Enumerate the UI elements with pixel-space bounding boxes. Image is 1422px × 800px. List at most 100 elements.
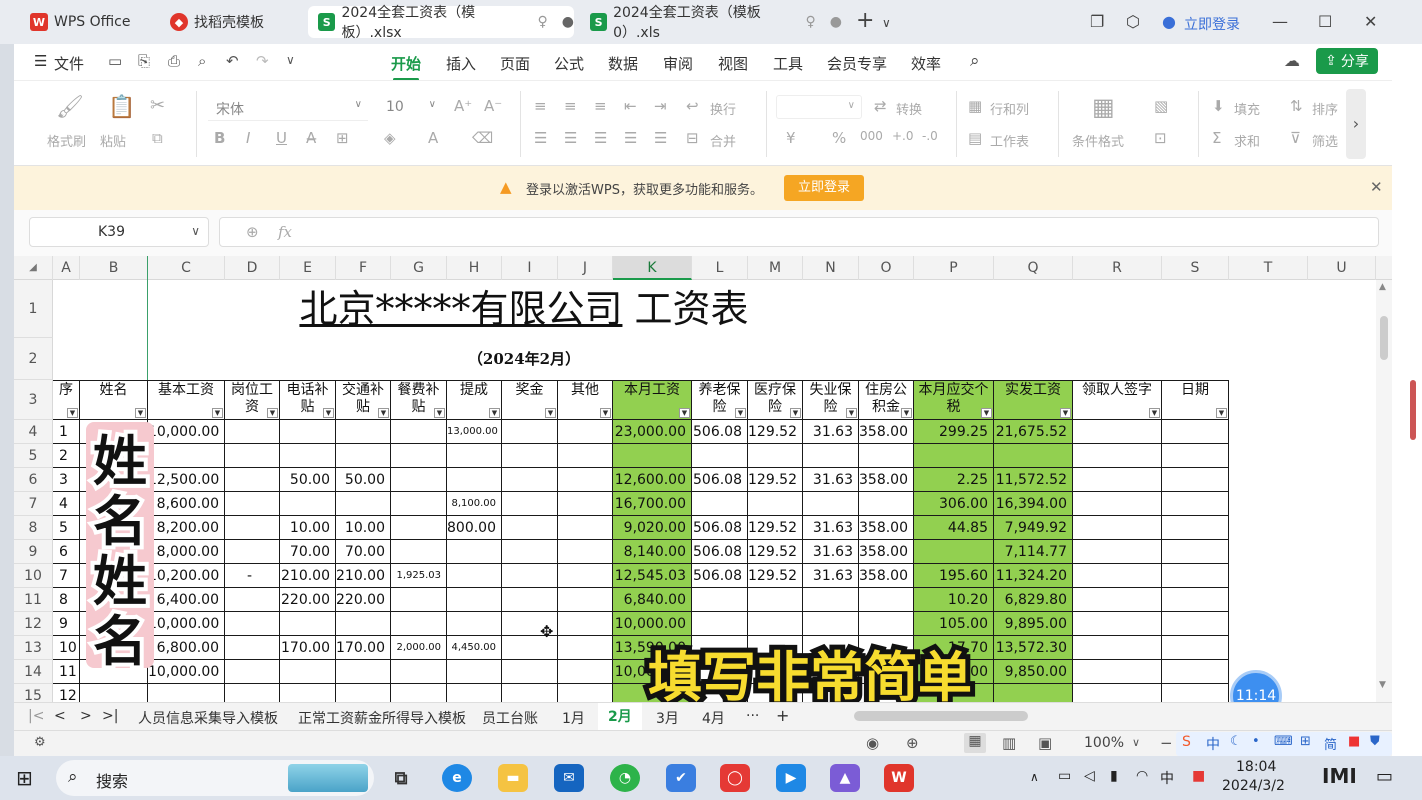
cell-other[interactable]: [558, 420, 613, 444]
tab-review[interactable]: 审阅: [663, 53, 693, 74]
window-mode-icon[interactable]: ❐: [1090, 12, 1104, 31]
cell-other[interactable]: [558, 540, 613, 564]
cell-bonus[interactable]: [502, 540, 558, 564]
zoom-formula-icon[interactable]: ⊕: [246, 223, 259, 241]
column-header-F[interactable]: F: [336, 256, 391, 280]
row-header-7[interactable]: 7: [14, 492, 53, 516]
cell-post[interactable]: [225, 612, 280, 636]
print-preview-icon[interactable]: ⌕: [198, 52, 206, 70]
border-icon[interactable]: ⊞: [336, 129, 349, 147]
filter-dropdown-icon[interactable]: ▼: [545, 408, 556, 418]
task-view-icon[interactable]: ⧉: [386, 764, 416, 792]
cell-post[interactable]: [225, 492, 280, 516]
cell-housing[interactable]: [859, 444, 914, 468]
cell-unemp[interactable]: 31.63: [803, 468, 859, 492]
cell-sign[interactable]: [1073, 684, 1162, 702]
cell-unemp[interactable]: 31.63: [803, 420, 859, 444]
cell-date[interactable]: [1162, 612, 1229, 636]
filter-dropdown-icon[interactable]: ▼: [901, 408, 912, 418]
cell-month[interactable]: 8,140.00: [613, 540, 692, 564]
scroll-up-icon[interactable]: ▲: [1379, 282, 1386, 292]
cell-comm[interactable]: [447, 588, 502, 612]
cell-month[interactable]: 12,545.03: [613, 564, 692, 588]
cell-housing[interactable]: [859, 588, 914, 612]
cell-pension[interactable]: 506.08: [692, 516, 748, 540]
cell-other[interactable]: [558, 444, 613, 468]
format-painter-button[interactable]: 格式刷: [47, 131, 86, 150]
decimal-increase-icon[interactable]: +.0: [892, 129, 914, 143]
cell-traffic[interactable]: [336, 684, 391, 702]
cell-seq[interactable]: 5: [53, 516, 80, 540]
align-left-icon[interactable]: ☰: [534, 129, 547, 147]
cell-comm[interactable]: [447, 564, 502, 588]
page-break-icon[interactable]: ▣: [1038, 734, 1052, 752]
cell-sign[interactable]: [1073, 660, 1162, 684]
cube-icon[interactable]: ⬡: [1126, 12, 1140, 31]
row-header-8[interactable]: 8: [14, 516, 53, 540]
pin-icon[interactable]: ♀: [806, 14, 816, 30]
column-header-C[interactable]: C: [148, 256, 225, 280]
cell-date[interactable]: [1162, 468, 1229, 492]
cell-medical[interactable]: 129.52: [748, 540, 803, 564]
column-header-E[interactable]: E: [280, 256, 336, 280]
mic-icon[interactable]: ▮: [1110, 768, 1118, 784]
cell-comm[interactable]: 800.00: [447, 516, 502, 540]
row-header-12[interactable]: 12: [14, 612, 53, 636]
tab-efficiency[interactable]: 效率: [911, 53, 941, 74]
format-painter-icon[interactable]: 🖌: [56, 95, 84, 120]
cell-base[interactable]: 8,000.00: [148, 540, 225, 564]
tab-home[interactable]: 开始: [391, 53, 421, 81]
cell-date[interactable]: [1162, 588, 1229, 612]
font-color-icon[interactable]: A: [428, 129, 438, 147]
cell-date[interactable]: [1162, 540, 1229, 564]
row-header-6[interactable]: 6: [14, 468, 53, 492]
cell-housing[interactable]: 358.00: [859, 420, 914, 444]
thousands-icon[interactable]: 000: [860, 129, 883, 143]
cell-post[interactable]: [225, 588, 280, 612]
cell-comm[interactable]: [447, 468, 502, 492]
cell-unemp[interactable]: [803, 492, 859, 516]
cell-date[interactable]: [1162, 516, 1229, 540]
cell-style-icon[interactable]: ▧: [1154, 97, 1168, 115]
cell-base[interactable]: 8,600.00: [148, 492, 225, 516]
underline-icon[interactable]: U: [276, 129, 287, 147]
filter-dropdown-icon[interactable]: ▼: [981, 408, 992, 418]
column-header-N[interactable]: N: [803, 256, 859, 280]
row-col-icon[interactable]: ▦: [968, 97, 982, 115]
cell-phone[interactable]: 210.00: [280, 564, 336, 588]
cell-comm[interactable]: 13,000.00: [447, 420, 502, 444]
normal-view-icon[interactable]: ▦: [964, 733, 986, 753]
prev-sheet-icon[interactable]: <: [54, 708, 66, 724]
cell-date[interactable]: [1162, 444, 1229, 468]
tab-data[interactable]: 数据: [608, 53, 638, 74]
font-shrink-icon[interactable]: A⁻: [484, 97, 502, 115]
ime-chinese-icon[interactable]: 中: [1206, 734, 1220, 754]
font-select[interactable]: 宋体 ∨: [208, 95, 368, 121]
cell-unemp[interactable]: [803, 612, 859, 636]
last-sheet-icon[interactable]: >|: [102, 708, 118, 724]
cell-base[interactable]: 6,400.00: [148, 588, 225, 612]
cell-net[interactable]: [994, 444, 1073, 468]
file-explorer-icon[interactable]: ▬: [498, 764, 528, 792]
file-menu[interactable]: 文件: [54, 53, 84, 74]
wps-taskbar-icon[interactable]: W: [884, 764, 914, 792]
cell-bonus[interactable]: [502, 588, 558, 612]
tray-app-icon[interactable]: ■: [1192, 768, 1205, 784]
zoom-level[interactable]: 100%: [1084, 735, 1124, 751]
convert-icon[interactable]: ⇄: [874, 97, 887, 115]
add-sheet-icon[interactable]: +: [776, 706, 789, 725]
cell-pension[interactable]: [692, 612, 748, 636]
tab-tools[interactable]: 工具: [773, 53, 803, 74]
cell-net[interactable]: 16,394.00: [994, 492, 1073, 516]
cell-pension[interactable]: 506.08: [692, 420, 748, 444]
cell-sign[interactable]: [1073, 492, 1162, 516]
cell-medical[interactable]: 129.52: [748, 564, 803, 588]
sheet-tab[interactable]: 员工台账: [482, 708, 538, 728]
page-layout-icon[interactable]: ▥: [1002, 734, 1016, 752]
cell-tax[interactable]: [914, 540, 994, 564]
cell-traffic[interactable]: [336, 444, 391, 468]
column-header-K[interactable]: K: [613, 256, 692, 280]
row-header-2[interactable]: 2: [14, 338, 53, 380]
cell-housing[interactable]: [859, 612, 914, 636]
cell-post[interactable]: [225, 660, 280, 684]
